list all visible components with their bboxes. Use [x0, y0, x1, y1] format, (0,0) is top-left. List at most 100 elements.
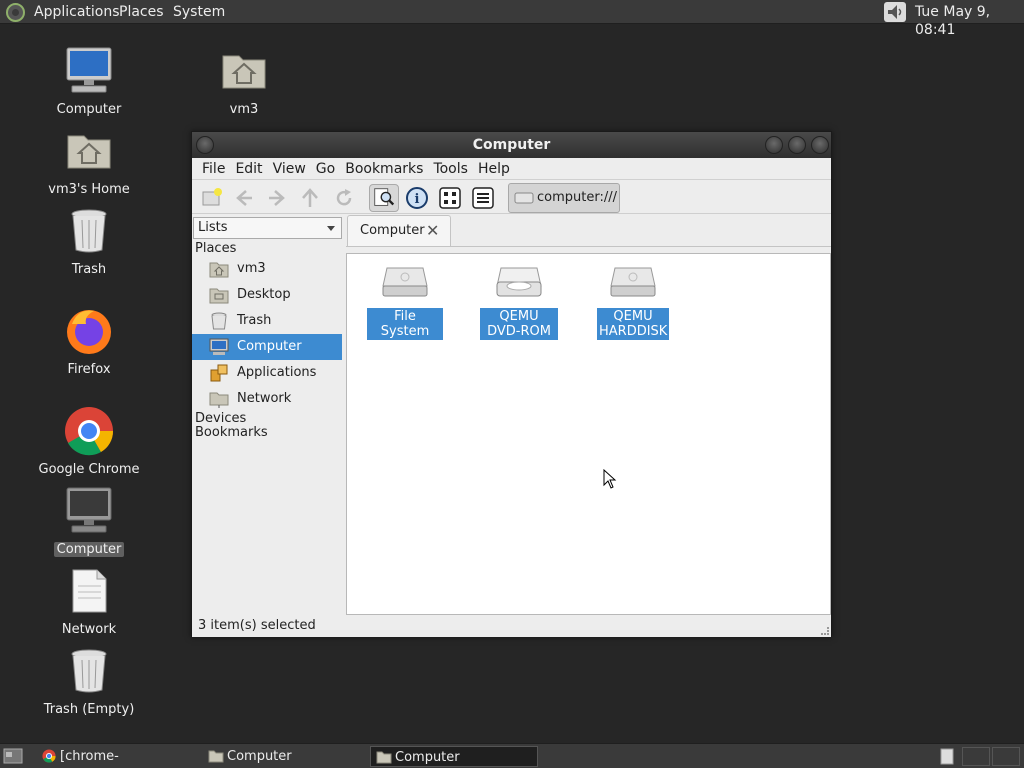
- file-item-label: QEMU DVD-ROM: [480, 308, 558, 340]
- mouse-cursor-icon: [603, 469, 617, 489]
- tab-computer[interactable]: Computer ✕: [347, 215, 451, 246]
- up-icon[interactable]: [298, 186, 322, 210]
- desktop-icon-home[interactable]: vm3's Home: [34, 126, 144, 197]
- desktop-icon-chrome[interactable]: Google Chrome: [34, 406, 144, 477]
- clock[interactable]: Tue May 9, 08:41: [915, 3, 1024, 38]
- file-view[interactable]: File System QEMU DVD-ROM QEMU HARDDISK: [346, 253, 831, 615]
- close-button[interactable]: [811, 136, 829, 154]
- desktop-icon-network[interactable]: Network: [34, 566, 144, 637]
- file-item-file-system[interactable]: File System: [367, 264, 443, 340]
- menu-bookmarks[interactable]: Bookmarks: [340, 158, 428, 180]
- sidebar-item-applications[interactable]: Applications: [192, 360, 342, 386]
- window-title: Computer: [472, 137, 551, 153]
- file-item-harddisk[interactable]: QEMU HARDDISK: [595, 264, 671, 340]
- bottom-panel: [chrome-extension://... Computer Compute…: [0, 743, 1024, 768]
- volume-icon[interactable]: [884, 2, 906, 22]
- taskbar-item-chrome[interactable]: [chrome-extension://...: [36, 746, 201, 767]
- list-view-icon[interactable]: [471, 186, 495, 210]
- location-text: computer:///: [537, 190, 617, 205]
- svg-text:i: i: [415, 192, 420, 207]
- sidebar-bookmarks-header[interactable]: Bookmarks: [195, 425, 268, 440]
- sidebar-item-network[interactable]: Network: [192, 386, 342, 412]
- workspace-2[interactable]: [992, 747, 1020, 766]
- file-item-dvd-rom[interactable]: QEMU DVD-ROM: [479, 264, 559, 340]
- taskbar-item-label: Computer: [395, 750, 460, 765]
- taskbar-item-computer-active[interactable]: Computer: [370, 746, 538, 767]
- desktop-icon-label: Trash: [71, 262, 107, 277]
- drive-icon: [514, 192, 534, 204]
- hard-drive-icon: [610, 267, 656, 297]
- home-folder-icon: [222, 55, 266, 89]
- sidebar-places-header[interactable]: Places: [195, 241, 236, 256]
- desktop-icon-firefox[interactable]: Firefox: [34, 306, 144, 377]
- sidebar-mode-select[interactable]: Lists: [193, 217, 342, 239]
- desktop-icon-label: Firefox: [67, 362, 111, 377]
- back-icon[interactable]: [232, 186, 256, 210]
- applications-menu[interactable]: Applications: [34, 3, 120, 21]
- status-bar: 3 item(s) selected: [192, 615, 831, 637]
- icon-view-icon[interactable]: [438, 186, 462, 210]
- desktop-icon-trash-empty[interactable]: Trash (Empty): [34, 646, 144, 717]
- desktop-icon-label: vm3's Home: [48, 182, 130, 197]
- minimize-button[interactable]: [765, 136, 783, 154]
- menu-tools[interactable]: Tools: [428, 158, 473, 180]
- menu-file[interactable]: File: [197, 158, 230, 180]
- taskbar-item-label: Computer: [227, 749, 292, 764]
- desktop-icon-label: Google Chrome: [38, 462, 140, 477]
- computer-icon: [66, 47, 112, 93]
- forward-icon[interactable]: [265, 186, 289, 210]
- tab-close-icon[interactable]: ✕: [426, 216, 440, 246]
- maximize-button[interactable]: [788, 136, 806, 154]
- reload-icon[interactable]: [332, 186, 356, 210]
- network-icon: [209, 392, 229, 408]
- menu-help[interactable]: Help: [473, 158, 515, 180]
- desktop-icon-computer-2[interactable]: Computer: [34, 486, 144, 557]
- sidebar-item-label: Trash: [237, 313, 272, 328]
- window-titlebar[interactable]: Computer: [192, 132, 831, 158]
- system-menu[interactable]: System: [173, 3, 225, 21]
- new-tab-icon[interactable]: [200, 186, 224, 210]
- window-menu-button[interactable]: [196, 136, 214, 154]
- file-item-label: File System: [367, 308, 443, 340]
- sidebar-item-label: Desktop: [237, 287, 291, 302]
- optical-drive-icon: [496, 267, 542, 297]
- distro-logo-icon[interactable]: [6, 3, 25, 22]
- menu-edit[interactable]: Edit: [230, 158, 267, 180]
- desktop-icon-label: Trash (Empty): [43, 702, 135, 717]
- file-item-label: QEMU HARDDISK: [597, 308, 669, 340]
- document-icon: [72, 569, 107, 613]
- taskbar-item-computer[interactable]: Computer: [203, 746, 363, 767]
- search-icon[interactable]: [369, 184, 399, 212]
- hard-drive-icon: [382, 267, 428, 297]
- sidebar-item-computer[interactable]: Computer: [192, 334, 342, 360]
- applications-icon: [210, 364, 228, 382]
- location-button[interactable]: computer:///: [508, 183, 620, 213]
- sidebar-item-label: Network: [237, 391, 292, 406]
- info-icon[interactable]: i: [405, 186, 429, 210]
- workspace-1[interactable]: [962, 747, 990, 766]
- menubar: File Edit View Go Bookmarks Tools Help: [192, 158, 831, 180]
- chrome-icon: [65, 407, 114, 456]
- taskbar-item-label: [chrome-extension://...: [60, 749, 119, 764]
- menu-go[interactable]: Go: [311, 158, 340, 180]
- desktop-icon-trash[interactable]: Trash: [34, 206, 144, 277]
- sidebar-devices-header[interactable]: Devices: [195, 411, 246, 426]
- trash-applet-icon[interactable]: [940, 748, 954, 765]
- sidebar-item-vm3[interactable]: vm3: [192, 256, 342, 282]
- desktop-icon-vm3[interactable]: vm3: [189, 46, 299, 117]
- sidebar-item-trash[interactable]: Trash: [192, 308, 342, 334]
- status-text: 3 item(s) selected: [198, 618, 316, 633]
- home-folder-icon: [209, 262, 229, 278]
- show-desktop-icon[interactable]: [3, 748, 23, 764]
- toolbar: i computer:///: [192, 180, 831, 214]
- menu-view[interactable]: View: [268, 158, 311, 180]
- tab-label: Computer: [360, 223, 425, 238]
- computer-icon: [66, 487, 112, 533]
- desktop-icon-label: vm3: [229, 102, 259, 117]
- desktop-icon-computer[interactable]: Computer: [34, 46, 144, 117]
- trash-icon: [71, 209, 107, 253]
- resize-grip[interactable]: [821, 627, 829, 635]
- desktop-folder-icon: [209, 288, 229, 304]
- places-menu[interactable]: Places: [119, 3, 164, 21]
- sidebar-item-desktop[interactable]: Desktop: [192, 282, 342, 308]
